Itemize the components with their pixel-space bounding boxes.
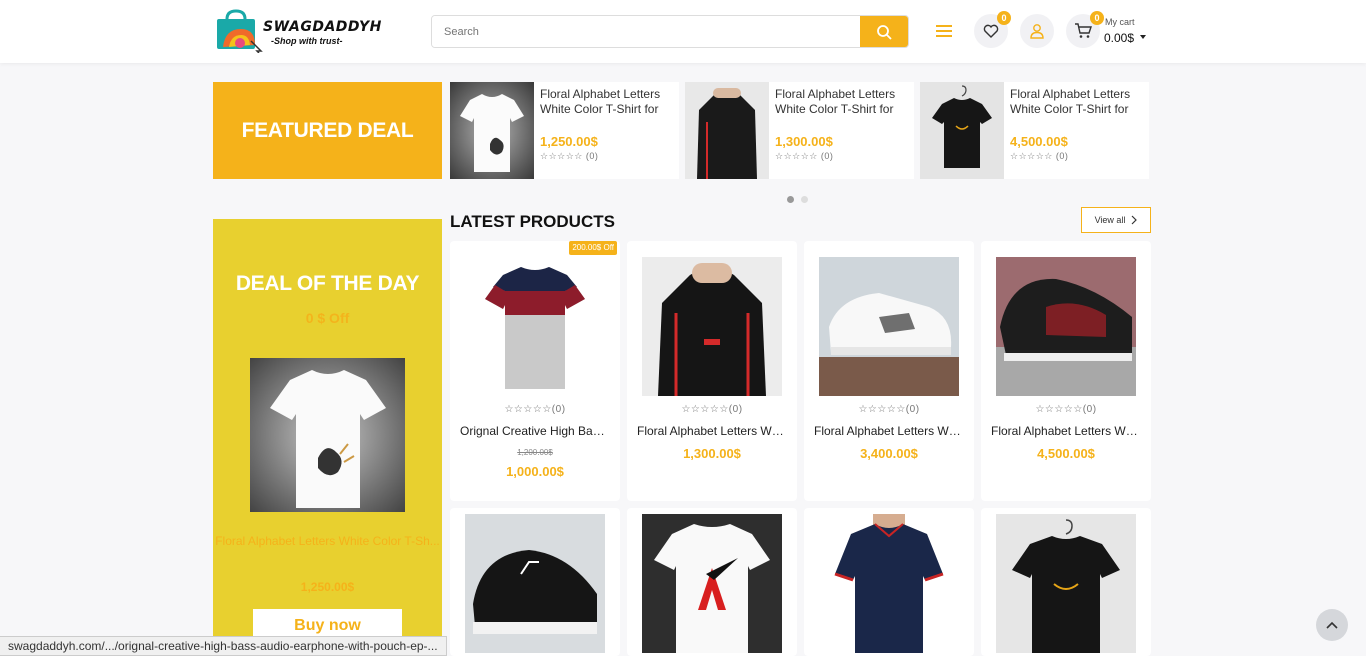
star-rating-icon: ☆☆☆☆☆ <box>858 404 906 415</box>
product-card[interactable]: 200.00$ Off ☆☆☆☆☆(0) Orignal Creative Hi… <box>450 241 620 501</box>
cart-total[interactable]: 0.00$ <box>1104 31 1134 45</box>
star-rating-icon: ☆☆☆☆☆ <box>1010 151 1056 161</box>
product-price: 1,000.00$ <box>506 464 564 479</box>
rating-count: (0) <box>820 151 834 161</box>
product-card[interactable]: ☆☆☆☆☆(0) Floral Alphabet Letters White C… <box>804 241 974 501</box>
product-price: 1,300.00$ <box>683 446 741 461</box>
product-card[interactable] <box>804 508 974 656</box>
user-icon <box>1030 24 1044 39</box>
deal-of-the-day-panel: DEAL OF THE DAY 0 $ Off Floral Alphabet … <box>213 219 442 656</box>
product-card[interactable]: ☆☆☆☆☆(0) Floral Alphabet Letters White C… <box>981 241 1151 501</box>
star-rating-icon: ☆☆☆☆☆ <box>775 151 821 161</box>
chevron-right-icon <box>1131 215 1138 225</box>
product-rating: ☆☆☆☆☆(0) <box>981 404 1151 415</box>
site-logo[interactable]: SWAGDADDYH -Shop with trust- <box>215 9 395 54</box>
product-name[interactable]: Floral Alphabet Letters White Color T-Sh… <box>775 87 910 117</box>
cart-icon <box>1075 23 1092 38</box>
carousel-dot[interactable] <box>801 196 808 203</box>
product-price: 4,500.00$ <box>1010 134 1068 149</box>
wishlist-count-badge: 0 <box>997 11 1011 25</box>
latest-products-title: LATEST PRODUCTS <box>450 212 615 231</box>
product-image <box>465 514 605 653</box>
product-rating: ☆☆☆☆☆ (0) <box>775 151 833 162</box>
product-image <box>920 82 1004 179</box>
shopping-bag-logo-icon <box>217 9 263 54</box>
product-name[interactable]: Orignal Creative High Bass Audio Earphon… <box>460 424 610 438</box>
featured-product-card[interactable]: Floral Alphabet Letters White Color T-Sh… <box>685 82 914 179</box>
product-image <box>642 257 782 396</box>
featured-deal-title: FEATURED DEAL <box>241 118 414 142</box>
featured-product-card[interactable]: Floral Alphabet Letters White Color T-Sh… <box>450 82 679 179</box>
product-image <box>465 257 605 396</box>
account-button[interactable] <box>1020 14 1054 48</box>
product-price: 1,300.00$ <box>775 134 833 149</box>
search-button[interactable] <box>860 16 908 47</box>
rating-count: (0) <box>1055 151 1069 161</box>
product-card[interactable] <box>981 508 1151 656</box>
product-rating: ☆☆☆☆☆(0) <box>804 404 974 415</box>
product-rating: ☆☆☆☆☆ (0) <box>540 151 598 162</box>
product-name[interactable]: Floral Alphabet Letters White Color <box>637 424 787 438</box>
search-input[interactable] <box>432 16 862 47</box>
product-name[interactable]: Floral Alphabet Letters White Color <box>991 424 1141 438</box>
product-price: 4,500.00$ <box>1037 446 1095 461</box>
product-card[interactable] <box>627 508 797 656</box>
product-image <box>996 257 1136 396</box>
deal-product-price: 1,250.00$ <box>300 580 355 594</box>
product-name[interactable]: Floral Alphabet Letters White Color T-Sh… <box>1010 87 1145 117</box>
view-all-label: View all <box>1094 215 1126 225</box>
carousel-dots <box>787 190 815 208</box>
star-rating-icon: ☆☆☆☆☆ <box>540 151 586 161</box>
star-rating-icon: ☆☆☆☆☆ <box>681 404 729 415</box>
logo-tagline: -Shop with trust- <box>271 36 343 46</box>
deal-of-the-day-title: DEAL OF THE DAY <box>235 272 420 295</box>
product-image <box>450 82 534 179</box>
featured-deal-banner: FEATURED DEAL <box>213 82 442 179</box>
product-image <box>996 514 1136 653</box>
discount-badge: 200.00$ Off <box>569 241 617 255</box>
product-price: 1,250.00$ <box>540 134 598 149</box>
cart-count-badge: 0 <box>1090 11 1104 25</box>
product-card[interactable]: ☆☆☆☆☆(0) Floral Alphabet Letters White C… <box>627 241 797 501</box>
heart-icon <box>983 24 999 38</box>
product-image <box>642 514 782 653</box>
deal-discount: 0 $ Off <box>305 310 350 326</box>
site-header: SWAGDADDYH -Shop with trust- 0 0 My <box>0 0 1366 63</box>
product-old-price: 1,200.00$ <box>517 448 553 457</box>
chevron-up-icon <box>1326 621 1338 629</box>
carousel-dot[interactable] <box>787 196 794 203</box>
product-price: 3,400.00$ <box>860 446 918 461</box>
product-name[interactable]: Floral Alphabet Letters White Color T-Sh… <box>540 87 675 117</box>
search-icon <box>877 24 892 40</box>
product-name[interactable]: Floral Alphabet Letters White Color <box>814 424 964 438</box>
featured-product-card[interactable]: Floral Alphabet Letters White Color T-Sh… <box>920 82 1149 179</box>
product-image <box>819 514 959 653</box>
logo-wordmark: SWAGDADDYH <box>263 19 382 35</box>
rating-count: (0) <box>905 404 920 415</box>
star-rating-icon: ☆☆☆☆☆ <box>1035 404 1083 415</box>
menu-icon[interactable] <box>936 25 952 38</box>
product-rating: ☆☆☆☆☆(0) <box>450 404 620 415</box>
view-all-button[interactable]: View all <box>1081 207 1151 233</box>
deal-product-name[interactable]: Floral Alphabet Letters White Color T-Sh… <box>213 533 442 549</box>
cart-label: My cart <box>1105 17 1135 27</box>
star-rating-icon: ☆☆☆☆☆ <box>504 404 552 415</box>
product-rating: ☆☆☆☆☆ (0) <box>1010 151 1068 162</box>
deal-product-image[interactable] <box>250 358 405 512</box>
search-bar <box>431 15 909 48</box>
scroll-to-top-button[interactable] <box>1316 609 1348 641</box>
rating-count: (0) <box>728 404 743 415</box>
rating-count: (0) <box>585 151 599 161</box>
rating-count: (0) <box>551 404 566 415</box>
product-rating: ☆☆☆☆☆(0) <box>627 404 797 415</box>
rating-count: (0) <box>1082 404 1097 415</box>
product-image <box>819 257 959 396</box>
caret-down-icon[interactable] <box>1140 35 1146 39</box>
product-image <box>685 82 769 179</box>
product-card[interactable] <box>450 508 620 656</box>
browser-status-url: swagdaddyh.com/.../orignal-creative-high… <box>0 636 447 656</box>
